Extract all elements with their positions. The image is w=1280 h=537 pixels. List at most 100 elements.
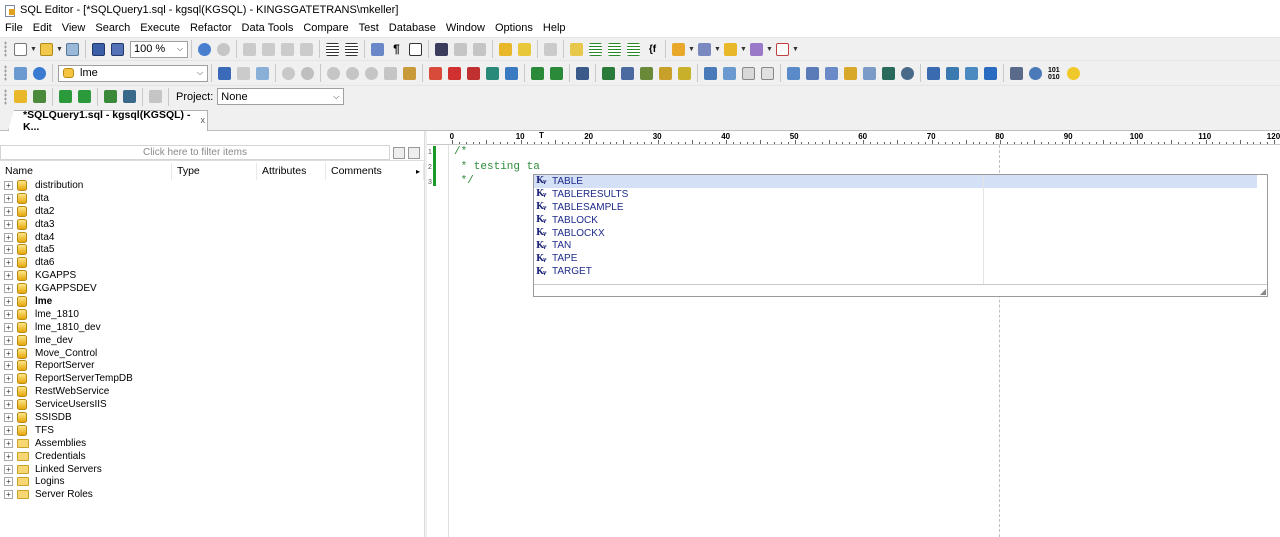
- toggle-bookmark-button[interactable]: [497, 41, 514, 58]
- autocomplete-item[interactable]: Kᵧ TAN: [534, 239, 1267, 252]
- toggle-outline-button[interactable]: [407, 41, 424, 58]
- binary-button[interactable]: 101 010: [1046, 65, 1063, 82]
- menu-database[interactable]: Database: [384, 19, 441, 37]
- tree-item[interactable]: + Credentials: [0, 450, 424, 463]
- debug-button[interactable]: [280, 65, 297, 82]
- search-button[interactable]: [1027, 65, 1044, 82]
- tree-item[interactable]: + ReportServerTempDB: [0, 372, 424, 385]
- save-button[interactable]: [90, 41, 107, 58]
- expand-icon[interactable]: +: [4, 335, 13, 345]
- tree-item[interactable]: + lme_1810_dev: [0, 321, 424, 334]
- object-button[interactable]: [670, 41, 687, 58]
- chart-button[interactable]: [748, 41, 765, 58]
- tree-item[interactable]: + lme_1810: [0, 308, 424, 321]
- expand-icon[interactable]: +: [4, 387, 13, 397]
- refresh-button[interactable]: [31, 65, 48, 82]
- toolbar-grip[interactable]: [4, 41, 7, 57]
- query-builder-button[interactable]: [503, 65, 520, 82]
- tree-item[interactable]: + lme_dev: [0, 334, 424, 347]
- cut-button[interactable]: [241, 41, 258, 58]
- document-button[interactable]: [721, 65, 738, 82]
- tree-item[interactable]: + dta5: [0, 243, 424, 256]
- open-file-button[interactable]: [38, 41, 55, 58]
- menu-options[interactable]: Options: [490, 19, 538, 37]
- tab-sqlquery1[interactable]: *SQLQuery1.sql - kgsql(KGSQL) - K... x: [8, 110, 208, 131]
- remove-button[interactable]: [147, 88, 164, 105]
- format-button[interactable]: [568, 41, 585, 58]
- add-item-button[interactable]: [102, 88, 119, 105]
- expand-icon[interactable]: +: [4, 412, 13, 422]
- tip-button[interactable]: [1065, 65, 1082, 82]
- clear-bookmarks-button[interactable]: [542, 41, 559, 58]
- results-button[interactable]: [254, 65, 271, 82]
- tree-item[interactable]: + ReportServer: [0, 359, 424, 372]
- toolbar-grip[interactable]: [4, 65, 7, 81]
- layout-dropdown-arrow[interactable]: ▼: [792, 41, 799, 58]
- tree-item[interactable]: + Assemblies: [0, 437, 424, 450]
- autocomplete-item[interactable]: Kᵧ TABLOCKX: [534, 227, 1267, 240]
- toolbar-grip[interactable]: [4, 88, 7, 105]
- breakpoint-button[interactable]: [382, 65, 399, 82]
- report-button[interactable]: [740, 65, 757, 82]
- database-select[interactable]: lme ⌵: [58, 64, 208, 82]
- uncomment-button[interactable]: [606, 41, 623, 58]
- expand-icon[interactable]: +: [4, 206, 13, 216]
- debug-stop-button[interactable]: [299, 65, 316, 82]
- autocomplete-item[interactable]: Kᵧ TABLERESULTS: [534, 188, 1267, 201]
- menu-window[interactable]: Window: [441, 19, 490, 37]
- autocomplete-item[interactable]: Kᵧ TABLOCK: [534, 214, 1267, 227]
- add-folder-button[interactable]: [121, 88, 138, 105]
- backup-button[interactable]: [657, 65, 674, 82]
- expand-icon[interactable]: +: [4, 490, 13, 500]
- open-project-button[interactable]: [12, 88, 29, 105]
- step-into-button[interactable]: [325, 65, 342, 82]
- zoom-select[interactable]: 100 % ⌵: [130, 40, 188, 58]
- check-button[interactable]: [574, 65, 591, 82]
- tree-item[interactable]: + RestWebService: [0, 385, 424, 398]
- tools-dropdown-arrow[interactable]: ▼: [714, 41, 721, 58]
- tree-item[interactable]: + SSISDB: [0, 411, 424, 424]
- stop-button[interactable]: [235, 65, 252, 82]
- undo-button[interactable]: [196, 41, 213, 58]
- tree-item[interactable]: + lme: [0, 295, 424, 308]
- menu-edit[interactable]: Edit: [28, 19, 57, 37]
- cascade-button[interactable]: [963, 65, 980, 82]
- tools-button[interactable]: [696, 41, 713, 58]
- export-button[interactable]: [638, 65, 655, 82]
- menu-test[interactable]: Test: [354, 19, 384, 37]
- server-button[interactable]: [785, 65, 802, 82]
- tree-item[interactable]: + ServiceUsersIIS: [0, 398, 424, 411]
- expand-icon[interactable]: +: [4, 374, 13, 384]
- wrap-button[interactable]: [625, 41, 642, 58]
- expand-icon[interactable]: +: [4, 271, 13, 281]
- security-button[interactable]: [861, 65, 878, 82]
- import-project-button[interactable]: [57, 88, 74, 105]
- schema-compare-button[interactable]: [529, 65, 546, 82]
- tree-item[interactable]: + KGAPPSDEV: [0, 282, 424, 295]
- expand-icon[interactable]: +: [4, 232, 13, 242]
- tile-button[interactable]: [944, 65, 961, 82]
- filter-input[interactable]: Click here to filter items: [0, 145, 390, 160]
- filter-clear-icon[interactable]: [408, 146, 420, 159]
- indent-button[interactable]: [324, 41, 341, 58]
- window-button[interactable]: [925, 65, 942, 82]
- settings-button[interactable]: [899, 65, 916, 82]
- notes-button[interactable]: [759, 65, 776, 82]
- export-project-button[interactable]: [76, 88, 93, 105]
- autocomplete-item[interactable]: Kᵧ TARGET: [534, 265, 1267, 278]
- profiler-button[interactable]: [880, 65, 897, 82]
- expand-icon[interactable]: +: [4, 296, 13, 306]
- tree-item[interactable]: + dta6: [0, 256, 424, 269]
- expand-icon[interactable]: +: [4, 245, 13, 255]
- new-file-button[interactable]: [12, 41, 29, 58]
- close-icon[interactable]: x: [201, 115, 206, 125]
- redo-button[interactable]: [215, 41, 232, 58]
- copy-button[interactable]: [260, 41, 277, 58]
- expand-icon[interactable]: +: [4, 464, 13, 474]
- data-compare-button[interactable]: [548, 65, 565, 82]
- users-button[interactable]: [842, 65, 859, 82]
- menu-help[interactable]: Help: [538, 19, 571, 37]
- tree-item[interactable]: + dta: [0, 192, 424, 205]
- jobs-button[interactable]: [823, 65, 840, 82]
- export-excel-button[interactable]: [600, 65, 617, 82]
